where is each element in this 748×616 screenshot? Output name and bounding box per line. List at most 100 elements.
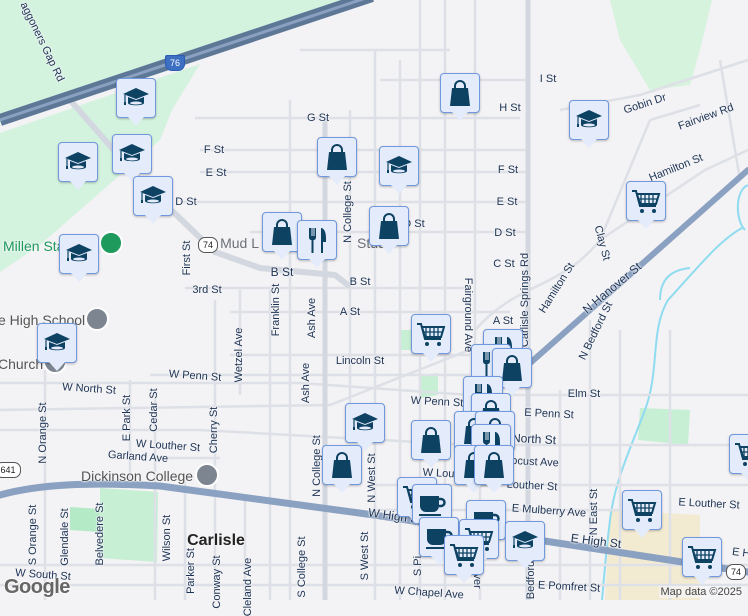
street-label: Wilson St xyxy=(161,514,173,562)
school-marker[interactable] xyxy=(58,142,98,190)
shopping-cart-icon xyxy=(631,186,661,216)
street-label: N College St xyxy=(342,181,354,243)
shopping-bag-icon xyxy=(479,450,509,480)
shopping-cart-icon xyxy=(734,439,748,469)
grocery-marker[interactable] xyxy=(411,314,451,362)
shopping-cart-icon xyxy=(687,542,717,572)
grocery-marker[interactable] xyxy=(729,434,748,482)
street-label: G St xyxy=(306,112,330,124)
street-label: Franklin St xyxy=(270,283,282,337)
grocery-marker[interactable] xyxy=(444,535,484,583)
street-label: Parker St xyxy=(185,548,197,594)
google-logo[interactable]: Google xyxy=(4,576,70,599)
school-marker[interactable] xyxy=(133,176,173,224)
grocery-marker[interactable] xyxy=(622,490,662,538)
street-label: Cedar St xyxy=(148,388,160,432)
street-label: North St xyxy=(511,430,557,448)
shop-marker[interactable] xyxy=(369,206,409,254)
street-label: E Penn St xyxy=(523,406,575,422)
school-poi-icon[interactable] xyxy=(85,307,109,331)
shopping-cart-icon xyxy=(416,319,446,349)
street-label: D St xyxy=(175,196,197,208)
street-label: Lincoln St xyxy=(335,355,385,367)
college-poi-icon[interactable] xyxy=(195,463,219,487)
street-label: Wetzel Ave xyxy=(233,327,245,383)
shop-marker[interactable] xyxy=(262,212,302,260)
street-label: N East St xyxy=(588,488,600,536)
school-marker[interactable] xyxy=(59,234,99,282)
street-label: Glendale St xyxy=(59,508,71,566)
shop-marker[interactable] xyxy=(322,445,362,493)
street-label: F St xyxy=(497,164,519,176)
street-label: Elm St xyxy=(567,388,601,400)
street-label: Cleland Ave xyxy=(242,557,254,616)
school-marker[interactable] xyxy=(112,134,152,182)
fork-knife-icon xyxy=(302,225,332,255)
graduation-cap-icon xyxy=(138,181,168,211)
school-marker[interactable] xyxy=(379,146,419,194)
shop-marker[interactable] xyxy=(474,445,514,493)
shopping-bag-icon xyxy=(445,78,475,108)
coffee-cup-icon xyxy=(417,489,447,519)
street-label: F St xyxy=(203,144,225,156)
street-label: Cherry St xyxy=(208,406,220,454)
street-label: I St xyxy=(539,73,557,85)
food-marker[interactable] xyxy=(297,220,337,268)
graduation-cap-icon xyxy=(350,408,380,438)
street-label: D St xyxy=(494,227,516,239)
place-label-millen[interactable]: Millen Sta xyxy=(3,238,64,254)
street-label: B St xyxy=(349,276,371,288)
street-label: E H xyxy=(731,545,748,561)
shopping-cart-icon xyxy=(627,495,657,525)
graduation-cap-icon xyxy=(117,139,147,169)
street-label: E St xyxy=(496,196,518,208)
shopping-bag-icon xyxy=(374,211,404,241)
street-label: Conway St xyxy=(211,555,223,609)
street-label: Belvedere St xyxy=(94,502,106,566)
map-attribution[interactable]: Map data ©2025 xyxy=(658,586,744,598)
shopping-bag-icon xyxy=(327,450,357,480)
school-marker[interactable] xyxy=(37,323,77,371)
shop-marker[interactable] xyxy=(317,137,357,185)
street-label: N West St xyxy=(366,453,378,503)
graduation-cap-icon xyxy=(63,147,93,177)
street-label: A St xyxy=(492,315,514,327)
interstate-shield: 76 xyxy=(165,55,185,71)
graduation-cap-icon xyxy=(42,328,72,358)
street-label: C St xyxy=(493,258,515,270)
grocery-marker[interactable] xyxy=(626,181,666,229)
street-label: S College St xyxy=(296,536,308,598)
street-label: Louther St xyxy=(506,478,558,494)
route-shield: 74 xyxy=(198,237,218,253)
park-poi-icon[interactable] xyxy=(99,231,123,255)
graduation-cap-icon xyxy=(121,83,151,113)
street-label: H St xyxy=(499,102,521,114)
street-label: B St xyxy=(270,265,294,279)
graduation-cap-icon xyxy=(384,151,414,181)
school-marker[interactable] xyxy=(345,403,385,451)
school-marker[interactable] xyxy=(569,100,609,148)
street-label: 3rd St xyxy=(192,284,222,296)
school-marker[interactable] xyxy=(116,78,156,126)
shopping-bag-icon xyxy=(267,217,297,247)
street-label: S Orange St xyxy=(27,504,39,566)
place-label-mud[interactable]: Mud L xyxy=(220,235,259,251)
street-label: A St xyxy=(339,306,361,318)
route-shield: 74 xyxy=(726,564,746,580)
place-label-dickinson-college[interactable]: Dickinson College xyxy=(81,468,193,484)
street-label: Ash Ave xyxy=(306,297,318,339)
graduation-cap-icon xyxy=(510,526,540,556)
street-label: Ash Ave xyxy=(300,362,312,404)
shopping-cart-icon xyxy=(449,540,479,570)
street-label: First St xyxy=(181,240,193,276)
graduation-cap-icon xyxy=(574,105,604,135)
shop-marker[interactable] xyxy=(440,73,480,121)
street-label: E St xyxy=(205,167,227,179)
street-label: S West St xyxy=(359,531,371,581)
shop-marker[interactable] xyxy=(411,420,451,468)
street-label: N Orange St xyxy=(37,402,49,464)
school-marker[interactable] xyxy=(505,521,545,569)
grocery-marker[interactable] xyxy=(682,537,722,585)
shopping-bag-icon xyxy=(416,425,446,455)
shopping-bag-icon xyxy=(322,142,352,172)
